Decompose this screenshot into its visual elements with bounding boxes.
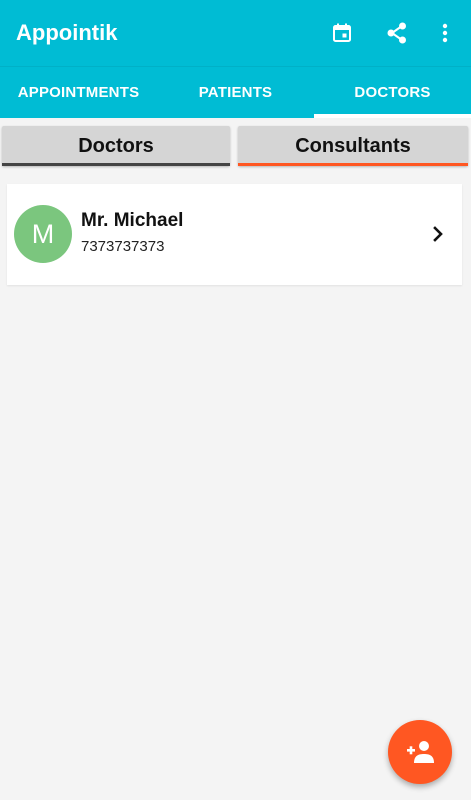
subtab-doctors[interactable]: Doctors	[2, 126, 230, 166]
doctor-name: Mr. Michael	[81, 210, 184, 231]
avatar: M	[14, 205, 72, 263]
tab-doctors-label: DOCTORS	[354, 84, 431, 101]
subtab-doctors-underline	[2, 163, 230, 166]
more-vert-icon[interactable]	[430, 18, 460, 48]
share-icon[interactable]	[382, 18, 412, 48]
sub-tabs: Doctors Consultants	[0, 118, 471, 170]
subtab-consultants-label: Consultants	[295, 134, 411, 157]
calendar-icon[interactable]	[327, 18, 357, 48]
chevron-right-icon	[433, 226, 443, 242]
tab-appointments[interactable]: APPOINTMENTS	[0, 67, 157, 118]
tab-patients-label: PATIENTS	[198, 84, 273, 101]
app-title: Appointik	[16, 20, 118, 45]
subtab-doctors-label: Doctors	[78, 134, 154, 157]
app-bar: Appointik	[0, 0, 471, 66]
tab-patients[interactable]: PATIENTS	[157, 67, 314, 118]
subtab-consultants[interactable]: Consultants	[238, 126, 468, 166]
doctor-phone: 7373737373	[81, 238, 165, 255]
main-tabs: APPOINTMENTS PATIENTS DOCTORS	[0, 66, 471, 118]
add-person-button[interactable]	[388, 720, 452, 784]
tab-appointments-label: APPOINTMENTS	[17, 84, 140, 101]
add-person-icon	[407, 741, 434, 763]
subtab-consultants-underline	[238, 163, 468, 166]
list-item[interactable]: M Mr. Michael 7373737373	[7, 184, 462, 285]
tab-doctors[interactable]: DOCTORS	[314, 67, 471, 118]
